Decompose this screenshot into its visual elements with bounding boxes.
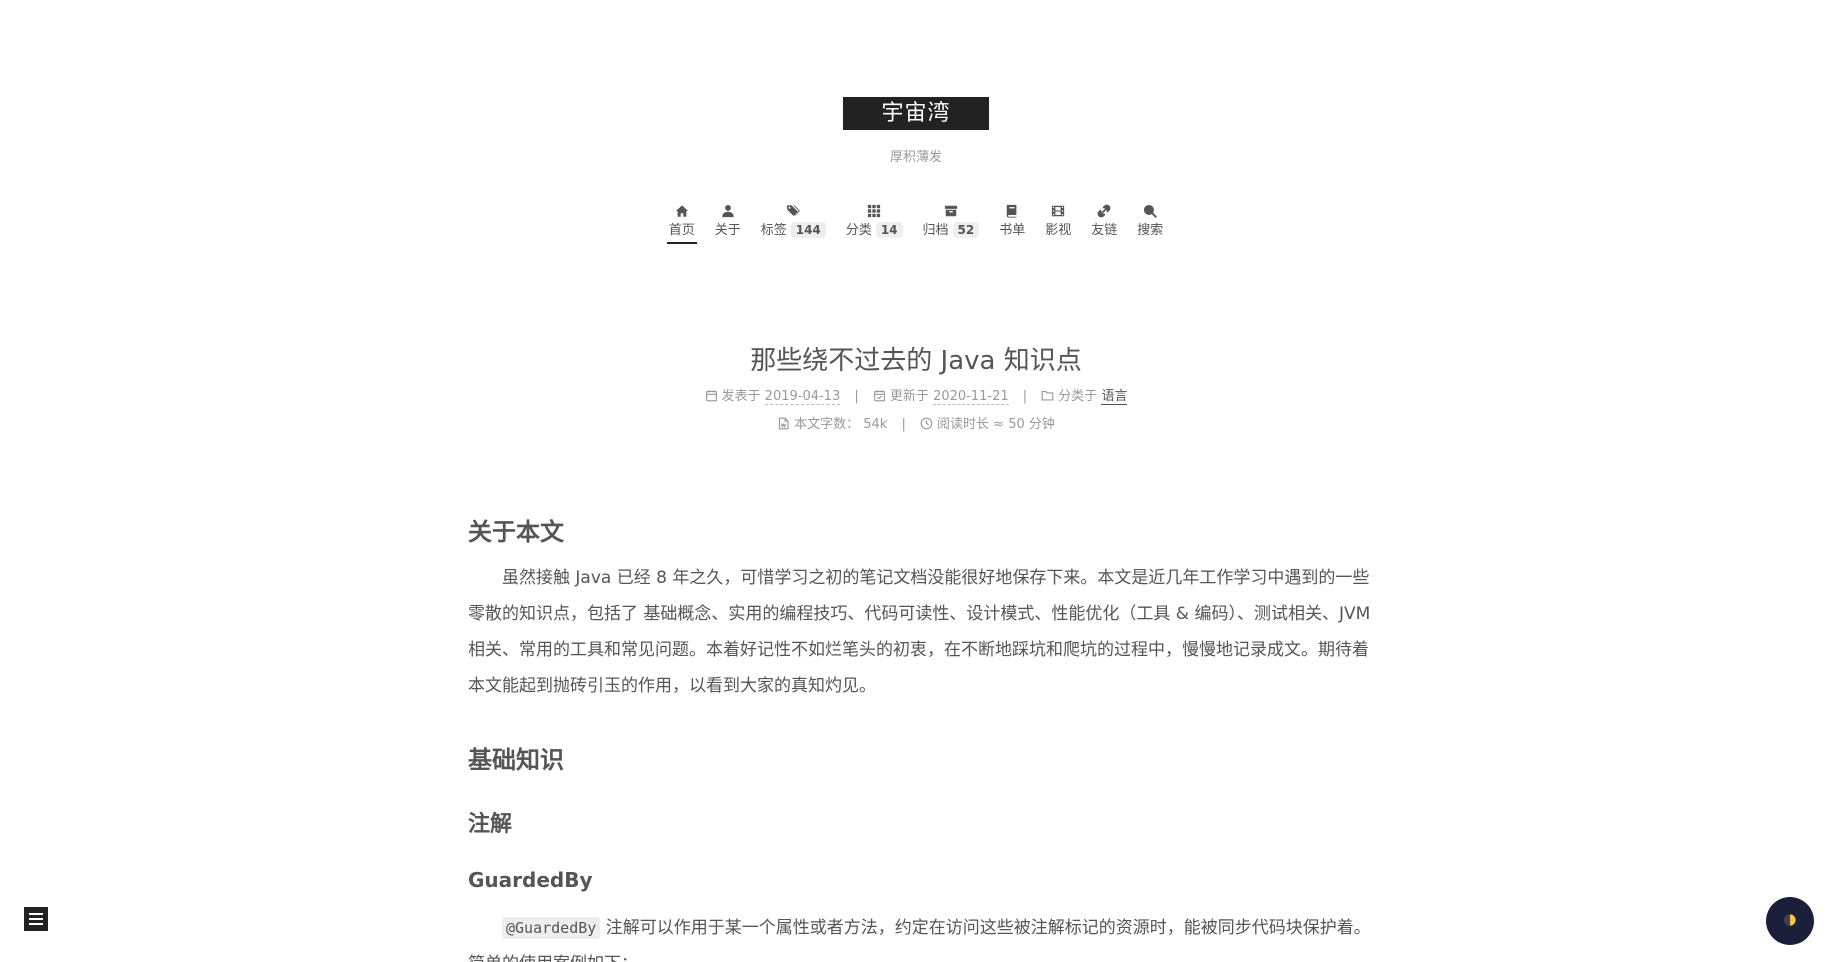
guardedby-text: 注解可以作用于某一个属性或者方法，约定在访问这些被注解标记的资源时，能被同步代码… <box>468 918 1371 962</box>
search-icon <box>1143 200 1157 222</box>
archive-icon <box>944 200 958 222</box>
nav-item-tags[interactable]: 标签 144 <box>759 200 828 244</box>
nav-item-books[interactable]: 书单 <box>997 200 1027 244</box>
nav-item-links[interactable]: 友链 <box>1089 200 1119 244</box>
film-icon <box>1051 200 1065 222</box>
tags-count-badge: 144 <box>790 222 826 238</box>
heading-annotation: 注解 <box>468 812 513 837</box>
category-link[interactable]: 语言 <box>1101 389 1128 405</box>
book-icon <box>1005 200 1019 222</box>
clock-icon <box>920 417 933 434</box>
calendar-icon <box>705 389 718 406</box>
nav-label: 影视 <box>1045 223 1072 238</box>
half-moon-icon <box>1783 912 1797 931</box>
nav-label: 标签 <box>760 223 787 238</box>
site-title[interactable]: 宇宙湾 <box>843 97 989 130</box>
file-word-icon <box>777 417 790 434</box>
nav-item-home[interactable]: 首页 <box>666 200 697 244</box>
nav-label: 分类 <box>845 223 872 238</box>
updated-date: 2020-11-21 <box>933 389 1009 405</box>
site-subtitle: 厚积薄发 <box>889 150 942 165</box>
meta-separator: | <box>854 389 859 404</box>
readtime-value: 50 分钟 <box>1008 417 1055 432</box>
readtime-label: 阅读时长 ≈ <box>937 417 1005 432</box>
nav-label: 关于 <box>714 223 741 238</box>
home-icon <box>675 200 689 222</box>
grid-icon <box>867 200 881 222</box>
wordcount-label: 本文字数： <box>794 417 860 432</box>
nav-label: 归档 <box>922 223 949 238</box>
about-paragraph: 虽然接触 Java 已经 8 年之久，可惜学习之初的笔记文档没能很好地保存下来。… <box>468 568 1371 696</box>
menu-line <box>29 923 43 925</box>
heading-basics: 基础知识 <box>468 746 564 774</box>
post-meta-stats: 本文字数： 54k | 阅读时长 ≈ 50 分钟 <box>0 413 1832 434</box>
nav-label: 书单 <box>999 223 1026 238</box>
nav-item-archives[interactable]: 归档 52 <box>921 200 982 244</box>
menu-line <box>29 918 43 920</box>
heading-guardedby: GuardedBy <box>468 868 593 892</box>
archives-count-badge: 52 <box>952 222 980 238</box>
categories-count-badge: 14 <box>875 222 903 238</box>
heading-about: 关于本文 <box>468 518 564 546</box>
guardedby-paragraph: @GuardedBy 注解可以作用于某一个属性或者方法，约定在访问这些被注解标记… <box>468 910 1374 962</box>
sidebar-toggle-button[interactable] <box>24 907 48 931</box>
nav-item-search[interactable]: 搜索 <box>1135 200 1165 244</box>
main-nav: 首页 关于 标签 144 分类 14 归档 52 书单 影视 友链 搜索 <box>0 200 1832 244</box>
darkmode-toggle-button[interactable] <box>1766 897 1814 945</box>
nav-label: 友链 <box>1091 223 1118 238</box>
tags-icon <box>786 200 801 222</box>
inline-code: @GuardedBy <box>502 917 601 939</box>
nav-item-about[interactable]: 关于 <box>713 200 743 244</box>
folder-icon <box>1041 389 1054 406</box>
nav-label: 搜索 <box>1137 223 1164 238</box>
nav-item-movies[interactable]: 影视 <box>1043 200 1073 244</box>
published-date: 2019-04-13 <box>764 389 841 405</box>
updated-label: 更新于 <box>889 389 929 404</box>
calendar-check-icon <box>873 389 886 406</box>
published-label: 发表于 <box>721 389 761 404</box>
category-label: 分类于 <box>1058 389 1098 404</box>
meta-separator: | <box>901 417 906 432</box>
meta-separator: | <box>1022 389 1028 404</box>
nav-item-categories[interactable]: 分类 14 <box>844 200 905 244</box>
link-icon <box>1097 200 1111 222</box>
post-meta: 发表于 2019-04-13 | 更新于 2020-11-21 | 分类于 语言 <box>0 385 1832 406</box>
page: 宇宙湾 厚积薄发 首页 关于 标签 144 分类 14 归档 52 书单 影视 … <box>0 0 1832 962</box>
wordcount-value: 54k <box>863 417 888 432</box>
user-icon <box>721 200 735 222</box>
nav-label: 首页 <box>668 223 695 238</box>
post-title: 那些绕不过去的 Java 知识点 <box>750 346 1082 376</box>
menu-line <box>29 913 43 915</box>
